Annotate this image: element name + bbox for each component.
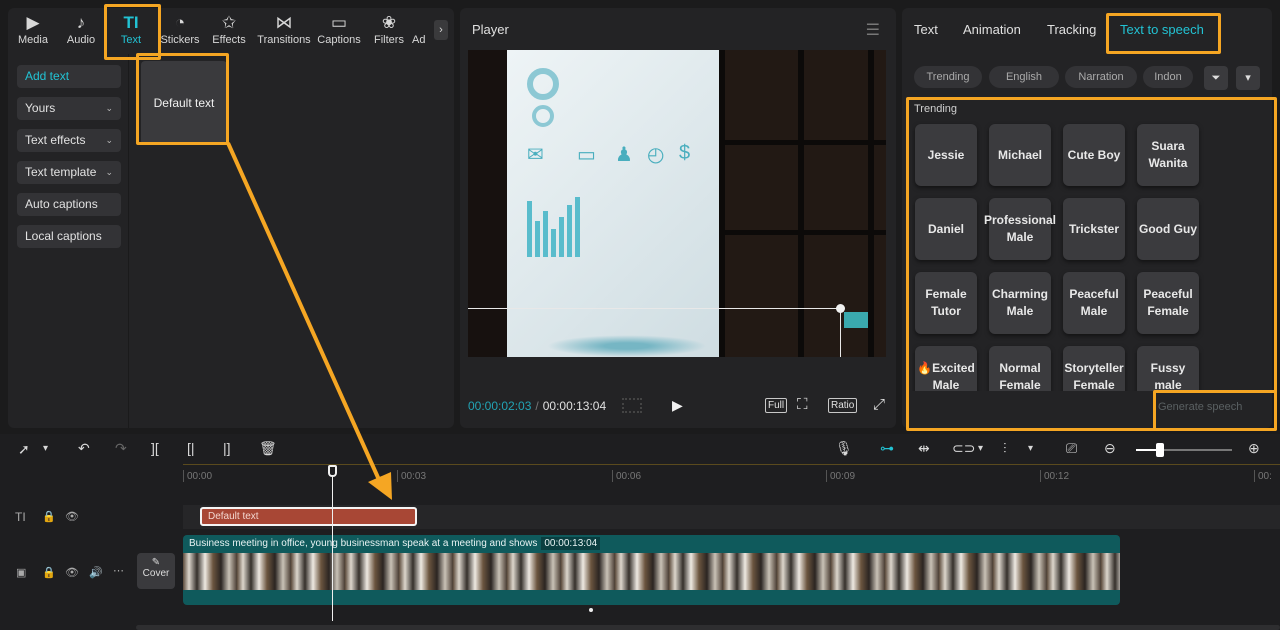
annotation-arrow — [226, 142, 392, 500]
annotation-arrow-head — [368, 472, 392, 500]
annotation-arrow-line — [226, 142, 382, 483]
